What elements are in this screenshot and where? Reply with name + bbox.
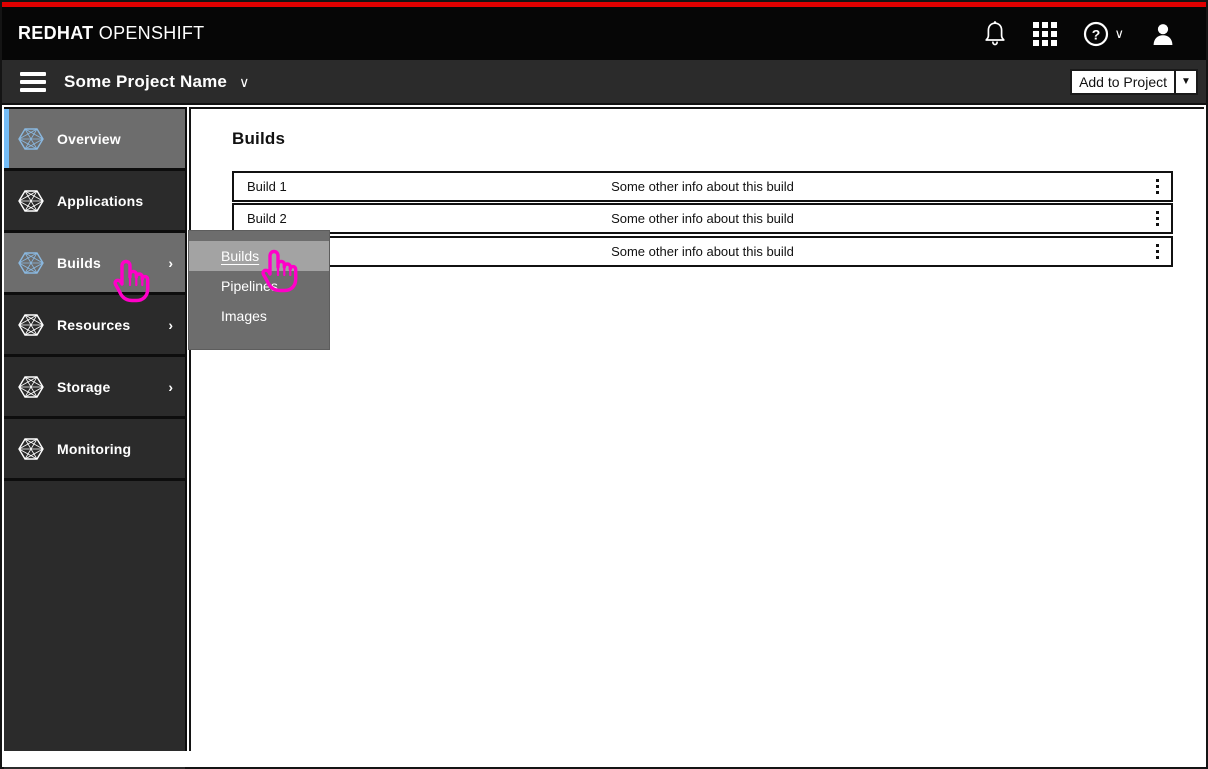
help-icon[interactable]: ? — [1083, 21, 1109, 47]
kebab-dot — [1156, 191, 1159, 194]
submenu-item-label: Pipelines — [221, 278, 278, 294]
chevron-down-icon[interactable]: ∨ — [239, 75, 249, 89]
sidebar-item-label: Storage — [57, 378, 111, 395]
kebab-menu-icon[interactable] — [1156, 179, 1159, 194]
sidebar-item-label: Monitoring — [57, 440, 132, 457]
kebab-dot — [1156, 217, 1159, 220]
sidebar-empty-area — [4, 481, 185, 769]
grid-dot — [1051, 39, 1058, 46]
kebab-dot — [1156, 211, 1159, 214]
sidebar-item-overview[interactable]: Overview — [4, 109, 185, 171]
sidebar-item-label: Builds — [57, 254, 101, 271]
grid-dot — [1051, 21, 1058, 28]
submenu-item-label: Images — [221, 308, 267, 324]
chevron-down-icon: ∨ — [1114, 26, 1124, 41]
chevron-right-icon: › — [168, 316, 173, 333]
sidebar-item-label: Applications — [57, 192, 144, 209]
brand-logo-bold: REDHAT — [18, 23, 94, 43]
add-to-project-button[interactable]: Add to Project ▼ — [1070, 68, 1198, 95]
hamburger-line — [20, 87, 46, 92]
kebab-dot — [1156, 256, 1159, 259]
hamburger-line — [20, 79, 46, 84]
project-bar: Some Project Name ∨ Add to Project ▼ — [2, 60, 1206, 105]
add-to-project-label: Add to Project — [1072, 70, 1174, 93]
brand-logo-thin: OPENSHIFT — [93, 23, 205, 43]
sidebar-item-applications[interactable]: Applications — [4, 171, 185, 233]
table-row[interactable]: Build 2 Some other info about this build — [232, 203, 1173, 234]
sidebar-item-storage[interactable]: Storage › — [4, 357, 185, 419]
application-grid-icon[interactable] — [1033, 21, 1058, 46]
chevron-down-icon[interactable]: ▼ — [1174, 70, 1196, 93]
build-name-label: Build 1 — [247, 179, 287, 194]
project-name-label[interactable]: Some Project Name — [64, 72, 227, 92]
main-content: Builds Build 1 Some other info about thi… — [189, 107, 1204, 751]
masthead: REDHAT OPENSHIFT ? ∨ — [2, 7, 1206, 60]
grid-dot — [1051, 30, 1058, 37]
sidebar-item-label: Overview — [57, 130, 121, 147]
hexagon-mesh-icon — [18, 312, 44, 338]
table-row[interactable]: Build 1 Some other info about this build — [232, 171, 1173, 202]
sidebar-item-monitoring[interactable]: Monitoring — [4, 419, 185, 481]
builds-submenu-flyout: Builds Pipelines Images — [188, 230, 330, 350]
hexagon-mesh-icon — [18, 436, 44, 462]
hamburger-line — [20, 71, 46, 76]
grid-dot — [1033, 21, 1040, 28]
kebab-dot — [1156, 185, 1159, 188]
sidebar-item-resources[interactable]: Resources › — [4, 295, 185, 357]
build-info-label: Some other info about this build — [611, 244, 794, 259]
kebab-menu-icon[interactable] — [1156, 244, 1159, 259]
active-accent-bar — [4, 109, 9, 168]
hexagon-mesh-icon — [18, 188, 44, 214]
kebab-dot — [1156, 179, 1159, 182]
submenu-item-pipelines[interactable]: Pipelines — [189, 271, 329, 301]
bottom-strip — [2, 751, 1206, 767]
submenu-item-images[interactable]: Images — [189, 301, 329, 331]
hexagon-mesh-icon — [18, 374, 44, 400]
brand-logo[interactable]: REDHAT OPENSHIFT — [18, 23, 204, 44]
hexagon-mesh-icon — [18, 126, 44, 152]
sidebar-item-builds[interactable]: Builds › — [4, 233, 185, 295]
openshift-wireframe-window: REDHAT OPENSHIFT ? ∨ Some Project Name ∨… — [0, 0, 1208, 769]
page-title: Builds — [232, 129, 286, 148]
table-row[interactable]: Some other info about this build — [232, 236, 1173, 267]
grid-dot — [1033, 39, 1040, 46]
submenu-item-label: Builds — [221, 248, 260, 264]
kebab-dot — [1156, 244, 1159, 247]
kebab-dot — [1156, 223, 1159, 226]
svg-text:?: ? — [1092, 26, 1101, 42]
kebab-dot — [1156, 250, 1159, 253]
masthead-actions: ? ∨ — [983, 20, 1206, 47]
sidebar-item-label: Resources — [57, 316, 131, 333]
grid-dot — [1042, 21, 1049, 28]
hexagon-mesh-icon — [18, 250, 44, 276]
grid-dot — [1042, 39, 1049, 46]
kebab-menu-icon[interactable] — [1156, 211, 1159, 226]
submenu-item-builds[interactable]: Builds — [189, 241, 329, 271]
sidebar-nav: Overview Applications Builds › Resources… — [4, 107, 187, 769]
grid-dot — [1042, 30, 1049, 37]
chevron-right-icon: › — [168, 378, 173, 395]
build-name-label: Build 2 — [247, 211, 287, 226]
hamburger-menu-icon[interactable] — [20, 71, 46, 92]
user-avatar-icon[interactable] — [1150, 21, 1176, 47]
build-list: Build 1 Some other info about this build… — [232, 171, 1173, 268]
chevron-right-icon: › — [168, 254, 173, 271]
notification-bell-icon[interactable] — [983, 20, 1007, 47]
grid-dot — [1033, 30, 1040, 37]
help-menu[interactable]: ? ∨ — [1083, 21, 1124, 47]
